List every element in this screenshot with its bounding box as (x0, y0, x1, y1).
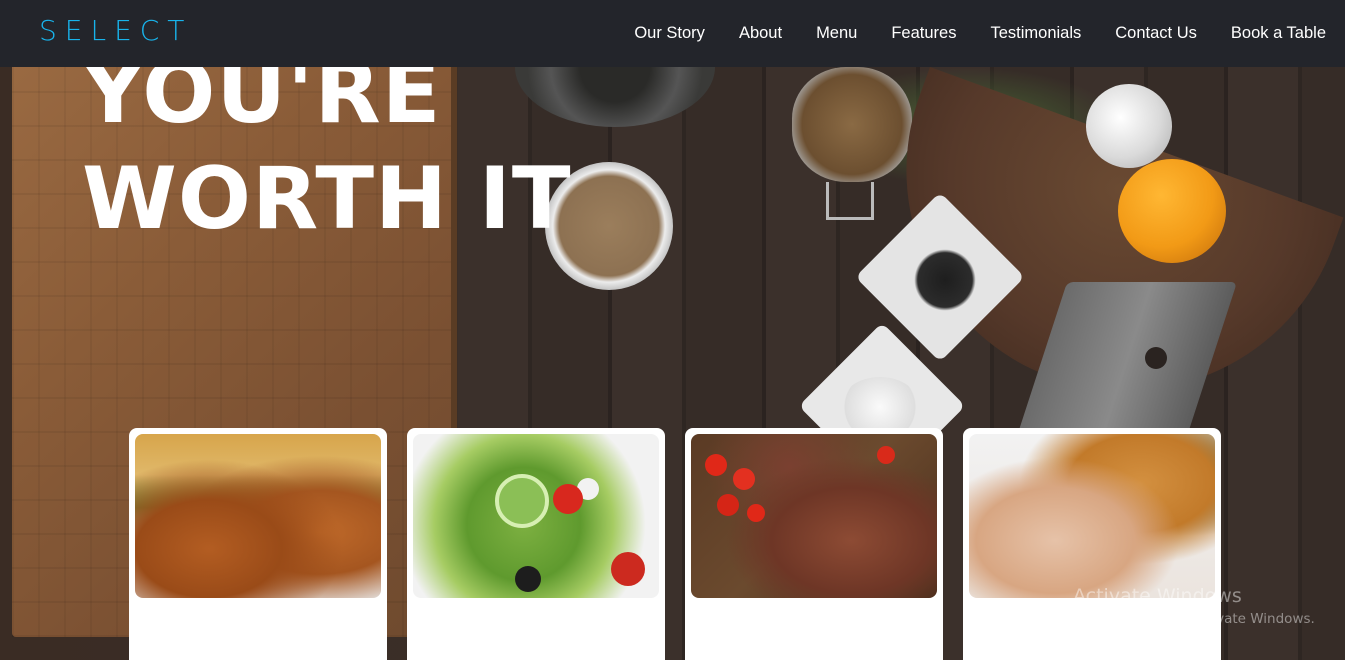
roast-chicken-image (969, 434, 1215, 598)
hero-headline: YOU'RE WORTH IT (82, 40, 572, 252)
dish-card[interactable] (129, 428, 387, 660)
cleaver-hole (1145, 347, 1167, 369)
orange-fruit (1118, 159, 1226, 263)
nav-contact-us[interactable]: Contact Us (1115, 24, 1197, 43)
nav-menu[interactable]: Menu (816, 24, 857, 43)
dish-card[interactable] (407, 428, 665, 660)
nav-testimonials[interactable]: Testimonials (990, 24, 1081, 43)
fried-chicken-image (135, 434, 381, 598)
grilled-steak-image (691, 434, 937, 598)
activate-windows-watermark: Activate Windows Go to Settings to activ… (1073, 585, 1315, 627)
top-navbar: SELECT Our Story About Menu Features Tes… (0, 0, 1345, 67)
peppercorns (910, 245, 980, 315)
dish-card[interactable] (685, 428, 943, 660)
nav-about[interactable]: About (739, 24, 782, 43)
nav-book-a-table[interactable]: Book a Table (1231, 24, 1326, 43)
main-nav: Our Story About Menu Features Testimonia… (600, 0, 1326, 67)
nav-features[interactable]: Features (891, 24, 956, 43)
garlic-bulb (1086, 84, 1172, 168)
coriander-jar (792, 67, 912, 182)
jar-clip (826, 182, 874, 220)
watermark-subtitle: Go to Settings to activate Windows. (1073, 611, 1315, 627)
nav-our-story[interactable]: Our Story (634, 24, 705, 43)
dish-cards (129, 428, 1221, 660)
brand-logo[interactable]: SELECT (39, 14, 192, 47)
watermark-title: Activate Windows (1073, 585, 1242, 607)
hero-headline-line2: WORTH IT (82, 149, 572, 249)
greek-salad-image (413, 434, 659, 598)
